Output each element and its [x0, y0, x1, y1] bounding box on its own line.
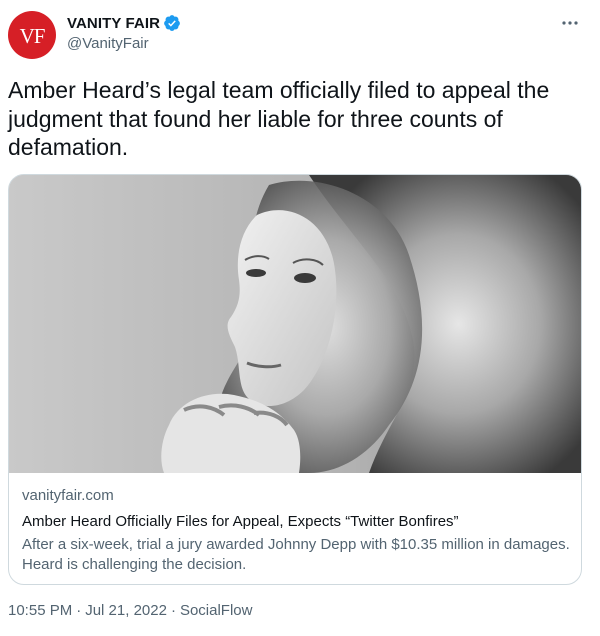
avatar-logo-text: VF — [19, 23, 46, 48]
meta-separator: · — [170, 602, 176, 619]
avatar[interactable]: VF — [8, 11, 56, 59]
card-title: Amber Heard Officially Files for Appeal,… — [22, 513, 459, 530]
display-name[interactable]: VANITY FAIR — [67, 15, 160, 32]
tweet-meta: 10:55 PM · Jul 21, 2022 · SocialFlow — [8, 602, 252, 619]
card-description: After a six-week, trial a jury awarded J… — [22, 536, 570, 573]
name-row: VANITY FAIR — [67, 13, 181, 33]
tweet-date[interactable]: Jul 21, 2022 — [85, 602, 167, 619]
more-horizontal-icon[interactable] — [560, 13, 580, 33]
card-image — [9, 175, 581, 473]
card-domain: vanityfair.com — [22, 487, 114, 504]
handle[interactable]: @VanityFair — [67, 35, 181, 52]
tweet-time[interactable]: 10:55 PM — [8, 602, 72, 619]
verified-badge-icon — [163, 14, 181, 32]
tweet: VF VANITY FAIR @VanityFair Amber Heard’s… — [0, 0, 600, 636]
card-body: vanityfair.com Amber Heard Officially Fi… — [22, 486, 572, 575]
meta-separator: · — [76, 602, 82, 619]
tweet-author: VANITY FAIR @VanityFair — [67, 13, 181, 52]
tweet-source[interactable]: SocialFlow — [180, 602, 253, 619]
link-card[interactable]: vanityfair.com Amber Heard Officially Fi… — [8, 174, 582, 585]
tweet-text: Amber Heard’s legal team officially file… — [8, 77, 550, 160]
